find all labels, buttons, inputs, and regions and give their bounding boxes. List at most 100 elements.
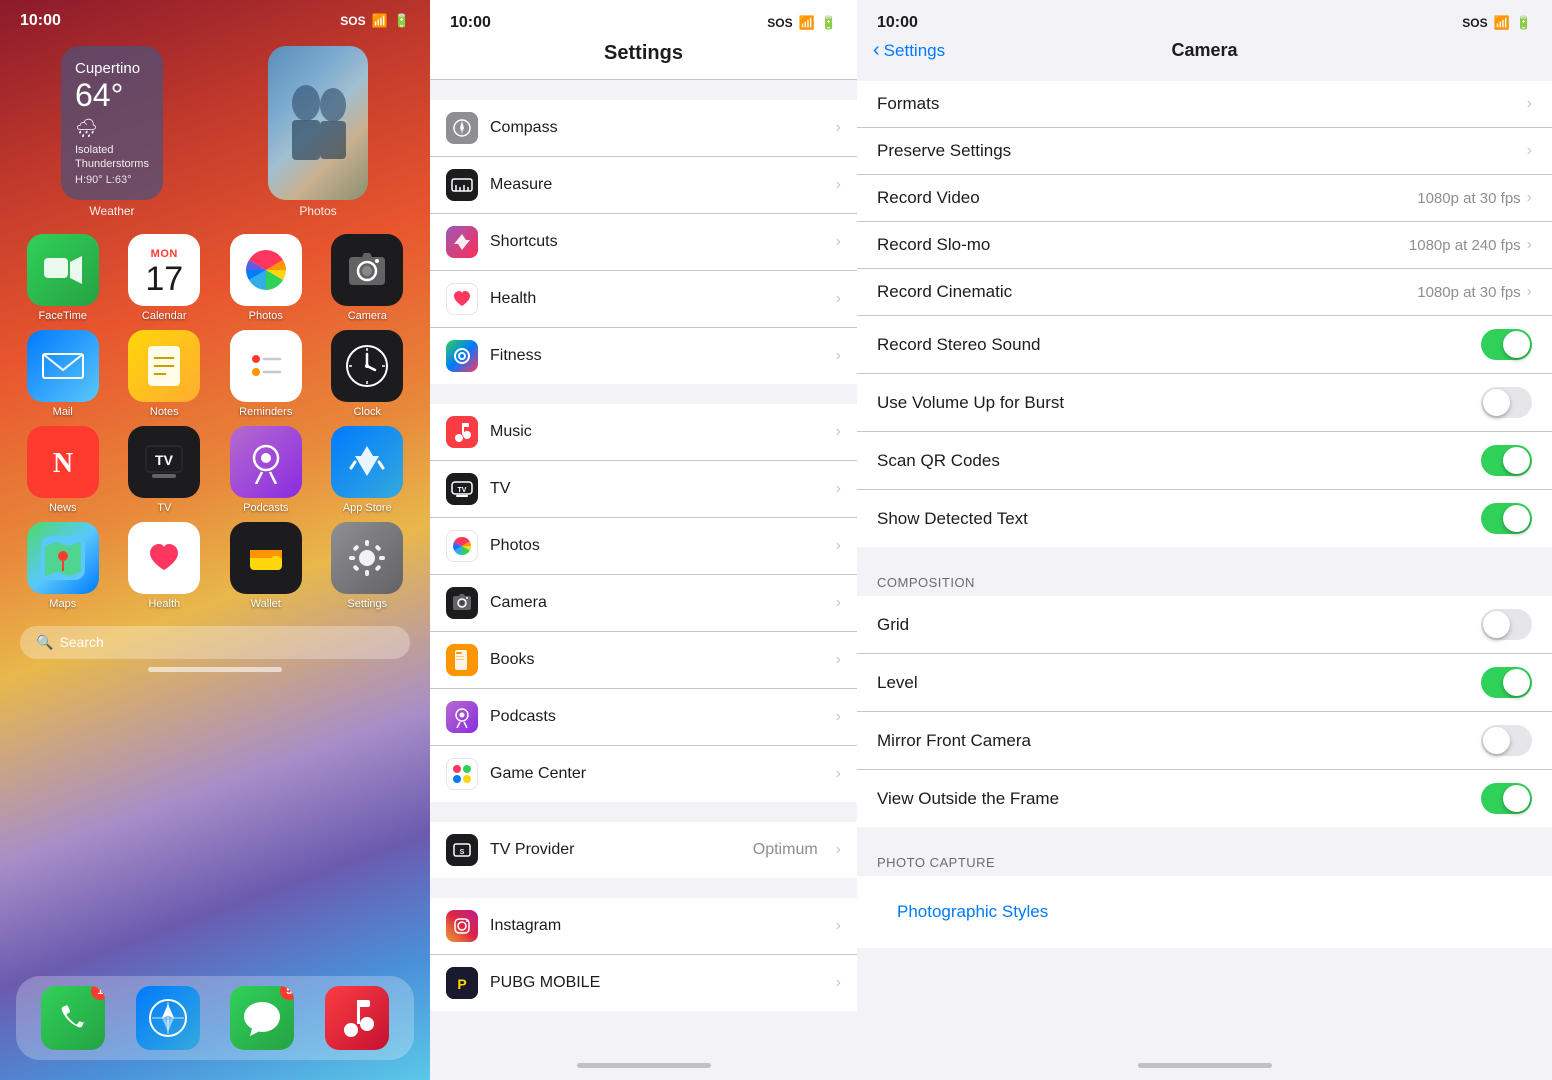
settings-row-books[interactable]: Books ›	[430, 632, 857, 689]
app-camera-label: Camera	[348, 310, 387, 322]
app-clock[interactable]: Clock	[321, 330, 415, 418]
app-calendar[interactable]: MON 17 Calendar	[118, 234, 212, 322]
settings-row-pubg[interactable]: P PUBG MOBILE ›	[430, 955, 857, 1011]
camera-row-burst[interactable]: Use Volume Up for Burst	[857, 374, 1552, 432]
level-toggle[interactable]	[1481, 667, 1532, 698]
camera-row-mirror[interactable]: Mirror Front Camera	[857, 712, 1552, 770]
grid-toggle[interactable]	[1481, 609, 1532, 640]
app-photos[interactable]: Photos	[219, 234, 313, 322]
home-wifi-icon: 📶	[372, 13, 388, 29]
photos-widget[interactable]	[268, 46, 368, 200]
photos-icon	[230, 234, 302, 306]
app-news[interactable]: N News	[16, 426, 110, 514]
calendar-date: 17	[145, 262, 183, 296]
camera-row-qr[interactable]: Scan QR Codes	[857, 432, 1552, 490]
dock-safari[interactable]	[136, 986, 200, 1050]
settings-row-podcasts[interactable]: Podcasts ›	[430, 689, 857, 746]
camera-row-record-video[interactable]: Record Video 1080p at 30 fps ›	[857, 175, 1552, 222]
phone-badge: 1	[91, 986, 105, 1000]
clock-icon	[331, 330, 403, 402]
camera-row-outside-frame[interactable]: View Outside the Frame	[857, 770, 1552, 827]
dock-music[interactable]	[325, 986, 389, 1050]
camera-row-record-cinematic[interactable]: Record Cinematic 1080p at 30 fps ›	[857, 269, 1552, 316]
settings-status-icons: SOS 📶 🔋	[767, 15, 837, 31]
app-calendar-label: Calendar	[142, 310, 187, 322]
notes-icon	[128, 330, 200, 402]
stereo-label: Record Stereo Sound	[877, 335, 1481, 355]
dock-messages[interactable]: 5	[230, 986, 294, 1050]
app-appstore[interactable]: App Store	[321, 426, 415, 514]
health-chevron: ›	[836, 290, 841, 308]
app-wallet[interactable]: Wallet	[219, 522, 313, 610]
camera-row-preserve[interactable]: Preserve Settings ›	[857, 128, 1552, 175]
instagram-icon	[446, 910, 478, 942]
settings-row-tv[interactable]: TV TV ›	[430, 461, 857, 518]
camera-row-level[interactable]: Level	[857, 654, 1552, 712]
app-clock-label: Clock	[353, 406, 381, 418]
preserve-label: Preserve Settings	[877, 141, 1527, 161]
settings-row-photos[interactable]: Photos ›	[430, 518, 857, 575]
home-sos: SOS	[340, 14, 365, 28]
app-health[interactable]: Health	[118, 522, 212, 610]
settings-row-camera[interactable]: Camera ›	[430, 575, 857, 632]
camera-row-stereo[interactable]: Record Stereo Sound	[857, 316, 1552, 374]
app-facetime[interactable]: FaceTime	[16, 234, 110, 322]
camera-row-photo-styles[interactable]: Photographic Styles	[857, 876, 1552, 948]
dock-phone[interactable]: 1	[41, 986, 105, 1050]
outside-frame-toggle-knob	[1503, 785, 1530, 812]
photographic-styles-label[interactable]: Photographic Styles	[877, 889, 1068, 935]
messages-badge: 5	[280, 986, 294, 1000]
svg-text:TV: TV	[155, 452, 174, 468]
detected-text-toggle[interactable]	[1481, 503, 1532, 534]
app-reminders[interactable]: Reminders	[219, 330, 313, 418]
search-placeholder: Search	[59, 634, 103, 650]
camera-back-button[interactable]: ‹ Settings	[873, 39, 945, 62]
burst-toggle[interactable]	[1481, 387, 1532, 418]
photos-widget-container[interactable]: Photos	[222, 46, 414, 218]
qr-toggle[interactable]	[1481, 445, 1532, 476]
home-status-bar: 10:00 SOS 📶 🔋	[0, 0, 430, 30]
weather-widget-container[interactable]: Cupertino 64° 🌧 IsolatedThunderstorms H:…	[16, 46, 208, 218]
app-notes[interactable]: Notes	[118, 330, 212, 418]
camera-status-bar: 10:00 SOS 📶 🔋	[857, 0, 1552, 32]
app-mail[interactable]: Mail	[16, 330, 110, 418]
dock: 1 5	[16, 976, 414, 1060]
settings-row-gamecenter[interactable]: Game Center ›	[430, 746, 857, 802]
settings-row-music[interactable]: Music ›	[430, 404, 857, 461]
app-tv-label: TV	[157, 502, 171, 514]
settings-row-instagram[interactable]: Instagram ›	[430, 898, 857, 955]
formats-chevron: ›	[1527, 95, 1532, 113]
settings-row-compass[interactable]: Compass ›	[430, 100, 857, 157]
settings-row-measure[interactable]: Measure ›	[430, 157, 857, 214]
search-bar[interactable]: 🔍 Search	[20, 626, 410, 659]
app-tv[interactable]: TV TV	[118, 426, 212, 514]
camera-row-formats[interactable]: Formats ›	[857, 81, 1552, 128]
weather-widget[interactable]: Cupertino 64° 🌧 IsolatedThunderstorms H:…	[61, 46, 163, 200]
app-settings[interactable]: Settings	[321, 522, 415, 610]
camera-row-record-slomo[interactable]: Record Slo-mo 1080p at 240 fps ›	[857, 222, 1552, 269]
camera-row-detected-text[interactable]: Show Detected Text	[857, 490, 1552, 547]
stereo-toggle-knob	[1503, 331, 1530, 358]
app-maps[interactable]: Maps	[16, 522, 110, 610]
measure-icon	[446, 169, 478, 201]
maps-icon	[27, 522, 99, 594]
podcasts-icon	[230, 426, 302, 498]
app-appstore-label: App Store	[343, 502, 392, 514]
app-notes-label: Notes	[150, 406, 179, 418]
camera-settings-icon	[446, 587, 478, 619]
settings-row-fitness[interactable]: Fitness ›	[430, 328, 857, 384]
compass-chevron: ›	[836, 119, 841, 137]
settings-row-shortcuts[interactable]: Shortcuts ›	[430, 214, 857, 271]
app-camera[interactable]: Camera	[321, 234, 415, 322]
preserve-chevron: ›	[1527, 142, 1532, 160]
outside-frame-toggle[interactable]	[1481, 783, 1532, 814]
mirror-toggle[interactable]	[1481, 725, 1532, 756]
photos-label: Photos	[299, 204, 336, 218]
app-podcasts[interactable]: Podcasts	[219, 426, 313, 514]
stereo-toggle[interactable]	[1481, 329, 1532, 360]
settings-row-tvprovider[interactable]: S TV Provider Optimum ›	[430, 822, 857, 878]
settings-row-health[interactable]: Health ›	[430, 271, 857, 328]
detected-text-label: Show Detected Text	[877, 509, 1481, 529]
camera-row-grid[interactable]: Grid	[857, 596, 1552, 654]
home-time: 10:00	[20, 12, 61, 30]
